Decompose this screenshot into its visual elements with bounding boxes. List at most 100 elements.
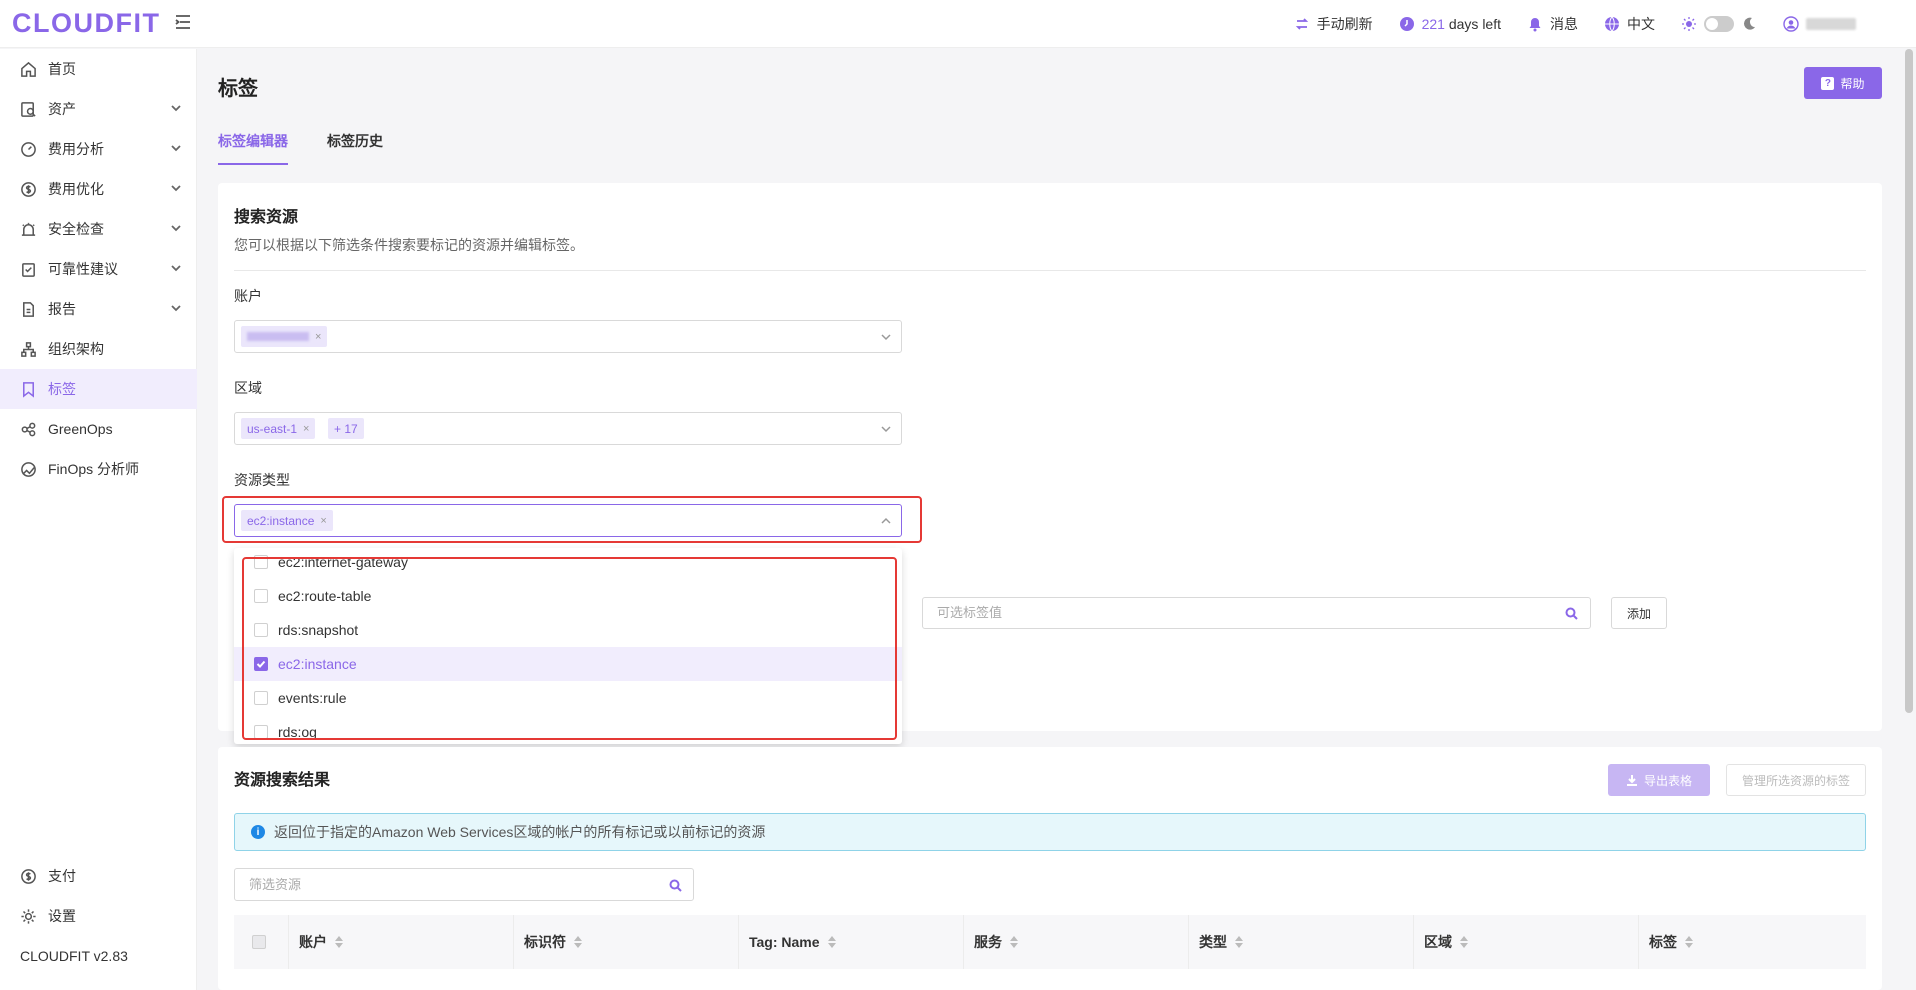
user-name-redacted: [1806, 18, 1856, 30]
chevron-down-icon: [881, 426, 891, 433]
export-label: 导出表格: [1643, 773, 1692, 788]
chevron-down-icon: [171, 265, 181, 272]
sort-icon[interactable]: [335, 936, 343, 948]
sun-icon: [1682, 17, 1696, 31]
export-button[interactable]: 导出表格: [1608, 764, 1710, 796]
menu-toggle-icon[interactable]: [174, 13, 192, 31]
analyst-icon: [21, 461, 36, 477]
license-days[interactable]: 221 days left: [1399, 16, 1501, 32]
help-button[interactable]: ? 帮助: [1804, 67, 1882, 99]
sidebar-item-label: 标签: [48, 381, 76, 397]
sidebar-item-cost-optimization[interactable]: 费用优化: [0, 169, 197, 209]
sidebar-item-label: 组织架构: [48, 341, 104, 357]
sidebar-item-label: 首页: [48, 61, 76, 77]
account-chip: ×: [241, 326, 328, 347]
clipboard-icon: [22, 262, 35, 277]
header-select-all[interactable]: [234, 915, 288, 969]
chevron-down-icon: [171, 145, 181, 152]
sidebar-item-home[interactable]: 首页: [0, 49, 197, 89]
clock-icon: [1399, 17, 1414, 31]
page-scrollbar[interactable]: [1905, 49, 1913, 713]
sidebar-item-greenops[interactable]: GreenOps: [0, 409, 197, 449]
user-icon: [1783, 16, 1799, 32]
column-label: 标签: [1649, 934, 1677, 950]
refresh-icon: [1295, 18, 1308, 30]
select-all-checkbox[interactable]: [252, 935, 266, 949]
column-label: 服务: [974, 934, 1002, 950]
messages-button[interactable]: 消息: [1527, 14, 1578, 34]
alarm-icon: [21, 222, 36, 236]
question-icon: ?: [1821, 76, 1835, 90]
user-menu[interactable]: [1783, 16, 1856, 32]
column-header[interactable]: 账户: [288, 915, 513, 969]
sidebar-item-finops-analyst[interactable]: FinOps 分析师: [0, 449, 197, 489]
region-select[interactable]: us-east-1 × + 17: [234, 412, 902, 445]
chevron-down-icon: [171, 225, 181, 232]
sidebar-item-reports[interactable]: 报告: [0, 289, 197, 329]
highlight-dropdown: [242, 557, 897, 740]
refresh-label: 手动刷新: [1316, 16, 1373, 32]
manage-tags-button[interactable]: 管理所选资源的标签: [1726, 764, 1866, 796]
theme-toggle[interactable]: [1704, 16, 1734, 32]
sidebar-item-organization[interactable]: 组织架构: [0, 329, 197, 369]
column-header[interactable]: 类型: [1188, 915, 1413, 969]
sidebar-item-label: 安全检查: [48, 221, 104, 237]
language-button[interactable]: 中文: [1604, 14, 1655, 34]
filter-resources-input[interactable]: [249, 877, 649, 892]
sidebar-item-support[interactable]: 支付: [0, 856, 197, 896]
sidebar-item-cost-analysis[interactable]: 费用分析: [0, 129, 197, 169]
account-label: 账户: [234, 288, 262, 304]
days-number: 221: [1421, 16, 1445, 32]
sidebar-item-label: 资产: [48, 101, 76, 117]
tag-value-input[interactable]: [937, 605, 1537, 620]
search-results-card: 资源搜索结果 导出表格 管理所选资源的标签 i 返回位于指定的Amazon We…: [218, 747, 1882, 990]
sort-icon[interactable]: [1685, 936, 1693, 948]
sidebar-item-tags[interactable]: 标签: [0, 369, 197, 409]
sort-icon[interactable]: [1010, 936, 1018, 948]
column-header[interactable]: 区域: [1413, 915, 1638, 969]
close-icon[interactable]: ×: [303, 423, 309, 435]
column-header[interactable]: 服务: [963, 915, 1188, 969]
refresh-button[interactable]: 手动刷新: [1294, 14, 1373, 34]
tab-tag-history[interactable]: 标签历史: [327, 131, 383, 163]
download-icon: [1626, 775, 1637, 786]
region-chip-label: us-east-1: [247, 421, 298, 436]
add-button[interactable]: 添加: [1611, 597, 1667, 629]
sort-icon[interactable]: [1235, 936, 1243, 948]
moon-icon: [1744, 17, 1755, 30]
sidebar-item-label: 支付: [48, 868, 76, 884]
region-chip: us-east-1 ×: [241, 418, 316, 439]
sidebar-item-assets[interactable]: 资产: [0, 89, 197, 129]
gauge-icon: [21, 141, 36, 157]
theme-switch[interactable]: [1681, 16, 1757, 32]
column-label: Tag: Name: [749, 934, 820, 950]
sort-icon[interactable]: [574, 936, 582, 948]
info-icon: i: [251, 825, 265, 839]
tab-tag-editor[interactable]: 标签编辑器: [218, 131, 288, 165]
resource-type-label: 资源类型: [234, 472, 290, 488]
column-header[interactable]: Tag: Name: [738, 915, 963, 969]
account-select[interactable]: ×: [234, 320, 902, 353]
document-icon: [23, 301, 34, 317]
highlight-resource-type: [222, 496, 922, 543]
sidebar-item-settings[interactable]: 设置: [0, 896, 197, 936]
globe-icon: [1605, 16, 1619, 32]
sort-icon[interactable]: [1460, 936, 1468, 948]
info-banner: i 返回位于指定的Amazon Web Services区域的帐户的所有标记或以…: [234, 813, 1866, 851]
dollar-icon: [21, 181, 36, 197]
sidebar-item-reliability[interactable]: 可靠性建议: [0, 249, 197, 289]
sidebar-item-security-check[interactable]: 安全检查: [0, 209, 197, 249]
results-table-header: 账户 标识符 Tag: Name 服务 类型 区域 标签: [234, 915, 1866, 969]
column-header[interactable]: 标识符: [513, 915, 738, 969]
sidebar-item-label: 费用分析: [48, 141, 104, 157]
top-actions: 手动刷新 221 days left 消息 中文: [1294, 0, 1856, 48]
column-header[interactable]: 标签: [1638, 915, 1866, 969]
sidebar-item-label: 可靠性建议: [48, 261, 118, 277]
sidebar-item-label: 设置: [48, 908, 76, 924]
column-label: 标识符: [524, 934, 566, 950]
home-icon: [21, 61, 36, 77]
sidebar-item-label: FinOps 分析师: [48, 461, 140, 477]
close-icon[interactable]: ×: [315, 331, 321, 343]
sort-icon[interactable]: [827, 936, 836, 948]
app-logo[interactable]: CLOUDFIT: [12, 8, 160, 39]
